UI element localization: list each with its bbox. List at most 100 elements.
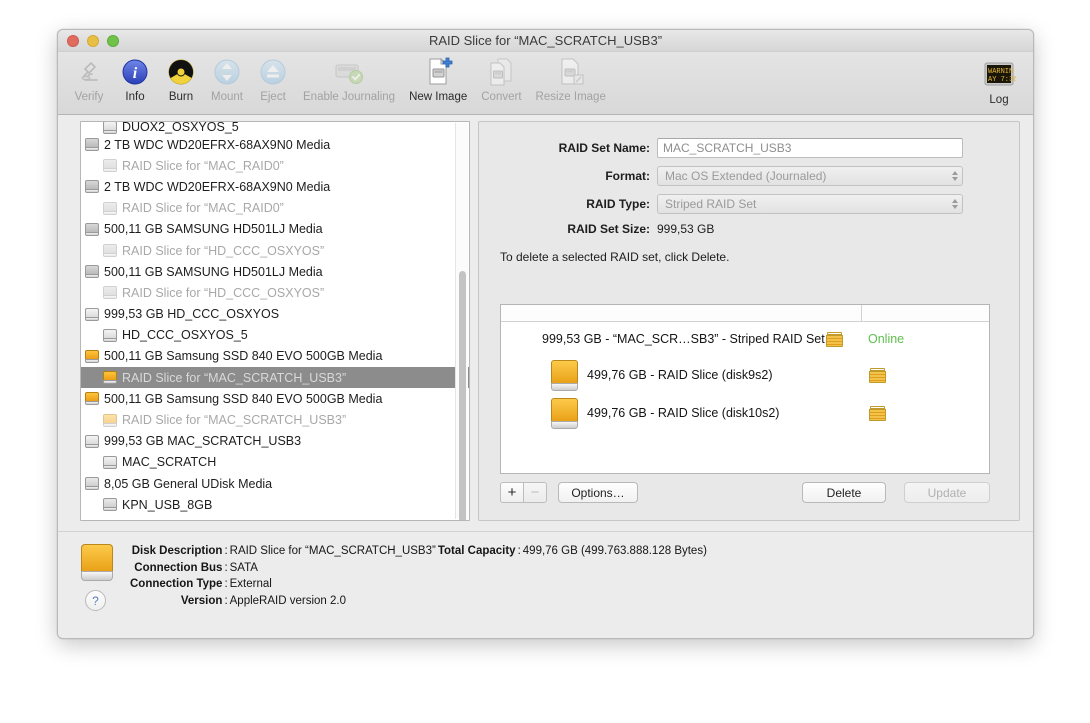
log-icon: WARNIN AY 7:36 bbox=[982, 58, 1016, 92]
toolbar-label-convert: Convert bbox=[481, 91, 522, 103]
device-list-item[interactable]: 500,11 GB SAMSUNG HD501LJ Media bbox=[81, 219, 469, 240]
info-colon: : bbox=[224, 578, 228, 591]
drive-icon bbox=[103, 371, 117, 385]
device-list-item[interactable]: DUOX2_OSXYOS_5 bbox=[81, 122, 469, 134]
add-raid-button[interactable]: + bbox=[500, 482, 524, 503]
raid-set-status: Online bbox=[868, 332, 905, 346]
raid-set-row[interactable]: 999,53 GB - “MAC_SCR…SB3” - Striped RAID… bbox=[501, 322, 989, 356]
device-list-item-label: 999,53 GB MAC_SCRATCH_USB3 bbox=[104, 434, 302, 449]
toolbar-label-resize-image: Resize Image bbox=[535, 91, 606, 103]
device-list-item-label: MAC_SCRATCH bbox=[122, 455, 217, 470]
mount-icon bbox=[212, 55, 242, 89]
toolbar-button-log[interactable]: WARNIN AY 7:36 Log bbox=[975, 55, 1023, 115]
info-row: Disk Description : RAID Slice for “MAC_S… bbox=[130, 544, 707, 559]
info-icon: i bbox=[120, 55, 150, 89]
toolbar-button-info[interactable]: i Info bbox=[112, 52, 158, 112]
drive-icon bbox=[551, 397, 578, 429]
toolbar-button-resize-image[interactable]: Resize Image bbox=[529, 52, 613, 112]
toolbar-button-enable-journaling[interactable]: Enable Journaling bbox=[296, 52, 402, 112]
device-list-item[interactable]: RAID Slice for “HD_CCC_OSXYOS” bbox=[81, 282, 469, 303]
device-list-item-label: 2 TB WDC WD20EFRX-68AX9N0 Media bbox=[104, 137, 331, 152]
device-list-item[interactable]: 500,11 GB Samsung SSD 840 EVO 500GB Medi… bbox=[81, 346, 469, 367]
drive-icon bbox=[103, 201, 117, 215]
label-raid-type: RAID Type: bbox=[586, 197, 650, 211]
raid-panel: RAID Set Name: MAC_SCRATCH_USB3 Format: … bbox=[478, 121, 1020, 521]
info-row: Connection Type : External bbox=[130, 577, 707, 592]
drive-icon bbox=[85, 265, 99, 279]
drive-icon bbox=[85, 307, 99, 321]
label-raid-set-size: RAID Set Size: bbox=[567, 222, 650, 236]
raid-slice-row[interactable]: 499,76 GB - RAID Slice (disk10s2) bbox=[501, 394, 989, 432]
help-button[interactable]: ? bbox=[85, 590, 106, 611]
update-button: Update bbox=[904, 482, 990, 503]
delete-button[interactable]: Delete bbox=[802, 482, 886, 503]
drive-icon bbox=[103, 455, 117, 469]
device-list-item[interactable]: RAID Slice for “MAC_RAID0” bbox=[81, 155, 469, 176]
device-list-item-label: 500,11 GB Samsung SSD 840 EVO 500GB Medi… bbox=[104, 391, 383, 406]
drive-icon bbox=[85, 434, 99, 448]
device-list-item[interactable]: 500,11 GB SAMSUNG HD501LJ Media bbox=[81, 261, 469, 282]
title-bar: RAID Slice for “MAC_SCRATCH_USB3” bbox=[58, 30, 1033, 52]
device-list-item[interactable]: 999,53 GB HD_CCC_OSXYOS bbox=[81, 304, 469, 325]
info-colon: : bbox=[224, 595, 228, 608]
device-list-item[interactable]: RAID Slice for “MAC_RAID0” bbox=[81, 198, 469, 219]
device-list[interactable]: DUOX2_OSXYOS_5 2 TB WDC WD20EFRX-68AX9N0 … bbox=[80, 121, 470, 521]
toolbar-button-new-image[interactable]: New Image bbox=[402, 52, 474, 112]
eject-icon bbox=[258, 55, 288, 89]
options-button[interactable]: Options… bbox=[558, 482, 638, 503]
toolbar-button-verify[interactable]: Verify bbox=[66, 52, 112, 112]
device-list-item[interactable]: 999,53 GB MAC_SCRATCH_USB3 bbox=[81, 431, 469, 452]
svg-text:AY 7:36: AY 7:36 bbox=[988, 76, 1016, 84]
device-list-scrollbar[interactable] bbox=[455, 123, 468, 520]
raid-stripe-icon bbox=[869, 405, 886, 421]
toolbar-button-convert[interactable]: Convert bbox=[474, 52, 528, 112]
info-colon: : bbox=[517, 545, 521, 558]
raid-slice-label: 499,76 GB - RAID Slice (disk9s2) bbox=[587, 368, 773, 382]
toolbar-button-mount[interactable]: Mount bbox=[204, 52, 250, 112]
drive-icon bbox=[85, 222, 99, 236]
microscope-icon bbox=[74, 55, 104, 89]
raid-set-table[interactable]: 999,53 GB - “MAC_SCR…SB3” - Striped RAID… bbox=[500, 304, 990, 474]
device-list-item-label: RAID Slice for “HD_CCC_OSXYOS” bbox=[122, 285, 325, 300]
raid-set-row-label: 999,53 GB - “MAC_SCR…SB3” - Striped RAID… bbox=[542, 332, 825, 346]
toolbar: Verify i Info Burn Mount Eject Enable Jo… bbox=[58, 52, 1033, 115]
svg-text:WARNIN: WARNIN bbox=[988, 68, 1013, 76]
drive-icon bbox=[85, 477, 99, 491]
format-select[interactable]: Mac OS Extended (Journaled) bbox=[657, 166, 963, 186]
column-divider[interactable] bbox=[861, 305, 862, 321]
device-list-item[interactable]: 2 TB WDC WD20EFRX-68AX9N0 Media bbox=[81, 176, 469, 197]
raid-set-name-input[interactable]: MAC_SCRATCH_USB3 bbox=[657, 138, 963, 158]
drive-icon bbox=[551, 359, 578, 391]
device-list-item[interactable]: MAC_SCRATCH bbox=[81, 452, 469, 473]
raid-stripe-icon bbox=[869, 367, 886, 383]
raid-slice-row[interactable]: 499,76 GB - RAID Slice (disk9s2) bbox=[501, 356, 989, 394]
device-list-item[interactable]: HD_CCC_OSXYOS_5 bbox=[81, 325, 469, 346]
toolbar-button-burn[interactable]: Burn bbox=[158, 52, 204, 112]
raid-slice-label: 499,76 GB - RAID Slice (disk10s2) bbox=[587, 406, 780, 420]
device-list-item-selected[interactable]: RAID Slice for “MAC_SCRATCH_USB3” bbox=[81, 367, 469, 389]
toolbar-label-verify: Verify bbox=[74, 91, 104, 103]
device-list-item-label: RAID Slice for “MAC_RAID0” bbox=[122, 201, 284, 216]
toolbar-label-enable-journaling: Enable Journaling bbox=[303, 91, 396, 103]
drive-icon bbox=[85, 180, 99, 194]
device-list-item[interactable]: 500,11 GB Samsung SSD 840 EVO 500GB Medi… bbox=[81, 388, 469, 409]
device-list-item-label: 999,53 GB HD_CCC_OSXYOS bbox=[104, 307, 280, 322]
scrollbar-thumb[interactable] bbox=[459, 271, 466, 520]
device-list-item[interactable]: 8,05 GB General UDisk Media bbox=[81, 473, 469, 494]
info-value: AppleRAID version 2.0 bbox=[229, 595, 346, 608]
device-list-item[interactable]: KPN_USB_8GB bbox=[81, 494, 469, 515]
svg-text:i: i bbox=[133, 65, 138, 82]
remove-raid-button[interactable]: − bbox=[523, 482, 547, 503]
device-list-item[interactable]: RAID Slice for “MAC_SCRATCH_USB3” bbox=[81, 409, 469, 430]
device-list-item[interactable]: RAID Slice for “HD_CCC_OSXYOS” bbox=[81, 240, 469, 261]
field-format: Format: Mac OS Extended (Journaled) bbox=[479, 166, 1019, 186]
device-list-item-label: 8,05 GB General UDisk Media bbox=[104, 476, 273, 491]
raid-stripe-icon bbox=[825, 331, 843, 347]
journaling-icon bbox=[333, 55, 365, 89]
drive-icon bbox=[103, 159, 117, 173]
device-list-item[interactable]: 2 TB WDC WD20EFRX-68AX9N0 Media bbox=[81, 134, 469, 155]
raid-type-select[interactable]: Striped RAID Set bbox=[657, 194, 963, 214]
new-image-icon bbox=[423, 55, 453, 89]
raid-panel-buttons: + − Options… Delete Update bbox=[500, 482, 990, 504]
toolbar-button-eject[interactable]: Eject bbox=[250, 52, 296, 112]
